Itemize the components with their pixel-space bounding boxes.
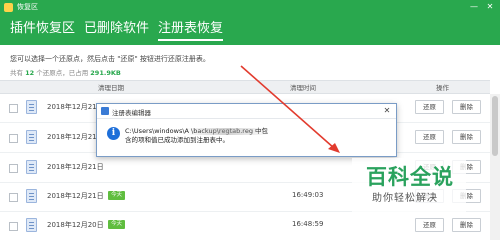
tab-deleted-software[interactable]: 已删除软件	[84, 20, 149, 38]
today-badge: 今天	[108, 191, 126, 200]
dialog-title: 注册表编辑器	[112, 109, 151, 117]
tab-bar: 插件恢复区 已删除软件 注册表恢复	[0, 14, 500, 45]
row-date: 2018年12月21日	[47, 192, 104, 200]
redacted-path-blur	[185, 128, 269, 135]
restore-button[interactable]: 还原	[415, 218, 444, 232]
restore-point-stats: 共有 12 个还原点，已占用 291.9KB	[10, 67, 121, 77]
app-logo-icon	[4, 3, 13, 12]
registry-editor-icon	[101, 107, 109, 115]
app-header: 恢复区 — ✕ 插件恢复区 已删除软件 注册表恢复	[0, 0, 500, 45]
delete-button[interactable]: 删除	[452, 218, 481, 232]
row-checkbox[interactable]	[9, 164, 18, 173]
dialog-message-line-2: 含的项和值已成功添加到注册表中。	[125, 136, 229, 144]
table-header: 清理日期 清理时间 操作	[0, 80, 490, 94]
column-header-date: 清理日期	[98, 84, 124, 92]
restore-button[interactable]: 还原	[415, 130, 444, 144]
watermark-logo-text: 百科全说	[366, 165, 454, 189]
info-icon: i	[107, 127, 120, 140]
stats-middle: 个还原点，已占用	[36, 69, 89, 77]
watermark-slogan: 助你轻松解决	[372, 193, 438, 204]
registry-file-icon	[26, 218, 37, 232]
row-checkbox[interactable]	[9, 222, 18, 231]
dialog-close-button[interactable]: ✕	[382, 106, 392, 116]
row-time: 16:48:59	[292, 220, 324, 228]
scrollbar-thumb[interactable]	[492, 96, 498, 156]
window-title: 恢复区	[17, 3, 38, 11]
tab-registry-restore[interactable]: 注册表恢复	[158, 20, 224, 41]
tab-plugin-restore[interactable]: 插件恢复区	[10, 20, 75, 38]
dialog-title-bar: 注册表编辑器 ✕	[97, 104, 396, 119]
title-bar: 恢复区 — ✕	[0, 0, 500, 14]
row-time: 16:49:03	[292, 191, 324, 199]
row-date: 2018年12月20日	[47, 221, 104, 229]
registry-file-icon	[26, 160, 37, 174]
close-window-button[interactable]: ✕	[484, 1, 496, 12]
used-size: 291.9KB	[90, 69, 121, 77]
restore-point-count: 12	[25, 69, 35, 77]
stats-prefix: 共有	[10, 69, 23, 77]
minimize-button[interactable]: —	[468, 1, 480, 12]
column-header-action: 操作	[436, 84, 449, 92]
vertical-scrollbar[interactable]	[490, 94, 500, 240]
registry-editor-dialog: 注册表编辑器 ✕ i C:\Users\windows\A \backup\re…	[96, 103, 397, 157]
instruction-text: 您可以选择一个还原点，然后点击 "还原" 按钮进行还原注册表。	[10, 55, 210, 63]
row-date: 2018年12月21日	[47, 163, 104, 171]
table-row: 2018年12月20日 今天 16:48:59 还原 删除	[0, 213, 490, 240]
column-header-time: 清理时间	[290, 84, 316, 92]
registry-file-icon	[26, 100, 37, 114]
restore-button[interactable]: 还原	[415, 100, 444, 114]
registry-file-icon	[26, 189, 37, 203]
registry-file-icon	[26, 130, 37, 144]
row-checkbox[interactable]	[9, 193, 18, 202]
delete-button[interactable]: 删除	[452, 100, 481, 114]
today-badge: 今天	[108, 220, 126, 229]
row-checkbox[interactable]	[9, 104, 18, 113]
row-checkbox[interactable]	[9, 134, 18, 143]
delete-button[interactable]: 删除	[452, 130, 481, 144]
